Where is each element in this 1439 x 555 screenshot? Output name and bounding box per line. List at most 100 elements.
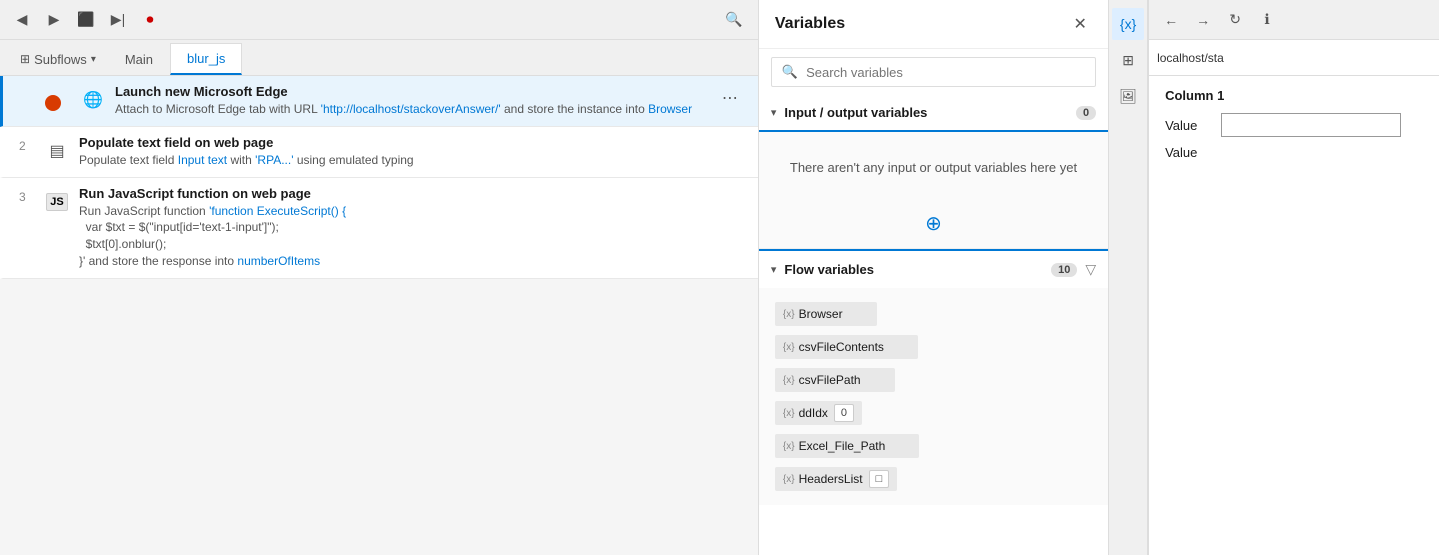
var-chip[interactable]: {x} ddIdx 0 xyxy=(775,401,862,425)
step-title: Launch new Microsoft Edge xyxy=(115,84,718,99)
var-chip-x-icon: {x} xyxy=(783,408,795,419)
info-btn[interactable]: ℹ xyxy=(1253,6,1281,34)
var-chip[interactable]: {x} HeadersList □ xyxy=(775,467,897,491)
step-content: Populate text field on web page Populate… xyxy=(79,135,742,169)
flow-section-title: Flow variables xyxy=(784,262,1043,277)
io-badge: 0 xyxy=(1076,106,1096,120)
subflows-chevron-icon: ▾ xyxy=(91,54,96,65)
step-number: 2 xyxy=(19,139,43,153)
toolbar-btn-stop[interactable]: ⬛ xyxy=(72,6,100,34)
search-input[interactable] xyxy=(806,65,1085,80)
toolbar-search-btn[interactable]: 🔍 xyxy=(718,6,750,34)
filter-icon[interactable]: ▽ xyxy=(1085,261,1096,278)
main-tab[interactable]: Main xyxy=(108,43,170,75)
js-badge-icon: JS xyxy=(46,193,67,211)
var-chip-x-icon: {x} xyxy=(783,474,795,485)
vars-header: Variables ✕ xyxy=(759,0,1108,49)
var-chip[interactable]: {x} Excel_File_Path _ xyxy=(775,434,920,458)
var-chip-x-icon: {x} xyxy=(783,375,795,386)
subflows-icon: ⊞ xyxy=(20,52,30,66)
flow-canvas: 🌐 Launch new Microsoft Edge Attach to Mi… xyxy=(0,76,758,555)
variables-sidebar-btn[interactable]: {x} xyxy=(1112,8,1144,40)
io-section-body: There aren't any input or output variabl… xyxy=(759,130,1108,248)
icon-sidebar: {x} ⊞ 🖼 xyxy=(1109,0,1148,555)
toolbar-btn-record[interactable]: ⏺ xyxy=(136,6,164,34)
image-sidebar-btn[interactable]: 🖼 xyxy=(1112,80,1144,112)
var-chip[interactable]: {x} Browser _ xyxy=(775,302,877,326)
value-input[interactable] xyxy=(1221,113,1401,137)
var-chip-label: csvFileContents xyxy=(799,340,884,354)
blur-tab-label: blur_js xyxy=(187,51,225,66)
record-dot-icon xyxy=(45,95,61,111)
value-label-1: Value xyxy=(1165,118,1213,133)
rpa-link[interactable]: 'RPA...' xyxy=(255,153,293,167)
right-content: Column 1 Value Value xyxy=(1149,76,1439,555)
io-section-title: Input / output variables xyxy=(784,105,1068,120)
edge-browser-icon: 🌐 xyxy=(79,86,107,114)
number-of-items-link[interactable]: numberOfItems xyxy=(237,254,320,268)
toolbar-btn-step[interactable]: ▶| xyxy=(104,6,132,34)
step-number: 3 xyxy=(19,190,43,204)
flow-vars-section: ▾ Flow variables 10 ▽ {x} Browser _ {x} … xyxy=(759,249,1108,555)
subflows-label: Subflows xyxy=(34,52,87,67)
blur-tab[interactable]: blur_js xyxy=(170,43,242,75)
io-chevron-icon: ▾ xyxy=(771,106,777,119)
step-row: 3 JS Run JavaScript function on web page… xyxy=(0,178,758,279)
step-row: 2 ▤ Populate text field on web page Popu… xyxy=(0,127,758,178)
js-function-link[interactable]: 'function ExecuteScript() { xyxy=(209,204,346,218)
back-btn[interactable]: ← xyxy=(1157,6,1185,34)
input-output-section-header[interactable]: ▾ Input / output variables 0 xyxy=(759,95,1108,130)
textfield-icon: ▤ xyxy=(43,137,71,165)
step-more-btn[interactable]: ⋯ xyxy=(718,86,742,110)
var-chip-label: csvFilePath xyxy=(799,373,861,387)
column-header: Column 1 xyxy=(1165,88,1423,103)
var-browser-row: {x} Browser _ xyxy=(771,299,1096,329)
input-text-link[interactable]: Input text xyxy=(178,153,227,167)
main-tab-label: Main xyxy=(125,52,153,67)
var-chip[interactable]: {x} csvFilePath _ xyxy=(775,368,895,392)
toolbar-btn-play[interactable]: ▶ xyxy=(40,6,68,34)
step-desc: Populate text field Input text with 'RPA… xyxy=(79,152,742,169)
step-title: Populate text field on web page xyxy=(79,135,742,150)
var-chip-x-icon: {x} xyxy=(783,309,795,320)
var-chip-label: Excel_File_Path xyxy=(799,439,886,453)
browser-var-link[interactable]: Browser xyxy=(648,102,692,116)
var-chip-value: □ xyxy=(869,470,890,488)
refresh-btn[interactable]: ↻ xyxy=(1221,6,1249,34)
var-csvfilepath-row: {x} csvFilePath _ xyxy=(771,365,1096,395)
main-area: ◀ ▶ ⬛ ▶| ⏺ 🔍 ⊞ Subflows ▾ Main blur_js 🌐 xyxy=(0,0,759,555)
right-row-2: Value xyxy=(1165,145,1423,160)
io-add-btn[interactable]: ⊕ xyxy=(925,211,942,236)
layers-sidebar-btn[interactable]: ⊞ xyxy=(1112,44,1144,76)
vars-search-bar: 🔍 xyxy=(771,57,1096,87)
var-chip[interactable]: {x} csvFileContents _ xyxy=(775,335,918,359)
step-title: Run JavaScript function on web page xyxy=(79,186,742,201)
step-content: Launch new Microsoft Edge Attach to Micr… xyxy=(115,84,718,118)
url-input[interactable] xyxy=(1157,51,1431,65)
dot-icon xyxy=(43,86,71,114)
toolbar: ◀ ▶ ⬛ ▶| ⏺ 🔍 xyxy=(0,0,758,40)
subflows-tab[interactable]: ⊞ Subflows ▾ xyxy=(8,43,108,75)
var-csvfilecontents-row: {x} csvFileContents _ xyxy=(771,332,1096,362)
var-chip-x-icon: {x} xyxy=(783,342,795,353)
vars-chips-container: {x} Browser _ {x} csvFileContents _ {x} … xyxy=(759,288,1108,505)
js-icon: JS xyxy=(43,188,71,216)
flow-vars-header[interactable]: ▾ Flow variables 10 ▽ xyxy=(759,249,1108,288)
forward-btn[interactable]: → xyxy=(1189,6,1217,34)
var-chip-label: Browser xyxy=(799,307,843,321)
right-row-1: Value xyxy=(1165,113,1423,137)
url-bar xyxy=(1149,40,1439,76)
vars-close-btn[interactable]: ✕ xyxy=(1068,12,1092,36)
var-chip-value: 0 xyxy=(834,404,854,422)
value-label-2: Value xyxy=(1165,145,1213,160)
url-link[interactable]: 'http://localhost/stackoverAnswer/' xyxy=(321,102,501,116)
toolbar-btn-back[interactable]: ◀ xyxy=(8,6,36,34)
step-desc: Attach to Microsoft Edge tab with URL 'h… xyxy=(115,101,718,118)
right-panel: ← → ↻ ℹ Column 1 Value Value xyxy=(1148,0,1439,555)
variables-panel: Variables ✕ 🔍 ▾ Input / output variables… xyxy=(759,0,1109,555)
io-empty-text: There aren't any input or output variabl… xyxy=(763,136,1104,199)
input-output-section: ▾ Input / output variables 0 There aren'… xyxy=(759,95,1108,249)
var-excel-row: {x} Excel_File_Path _ xyxy=(771,431,1096,461)
right-toolbar: ← → ↻ ℹ xyxy=(1149,0,1439,40)
var-ddidx-row: {x} ddIdx 0 xyxy=(771,398,1096,428)
